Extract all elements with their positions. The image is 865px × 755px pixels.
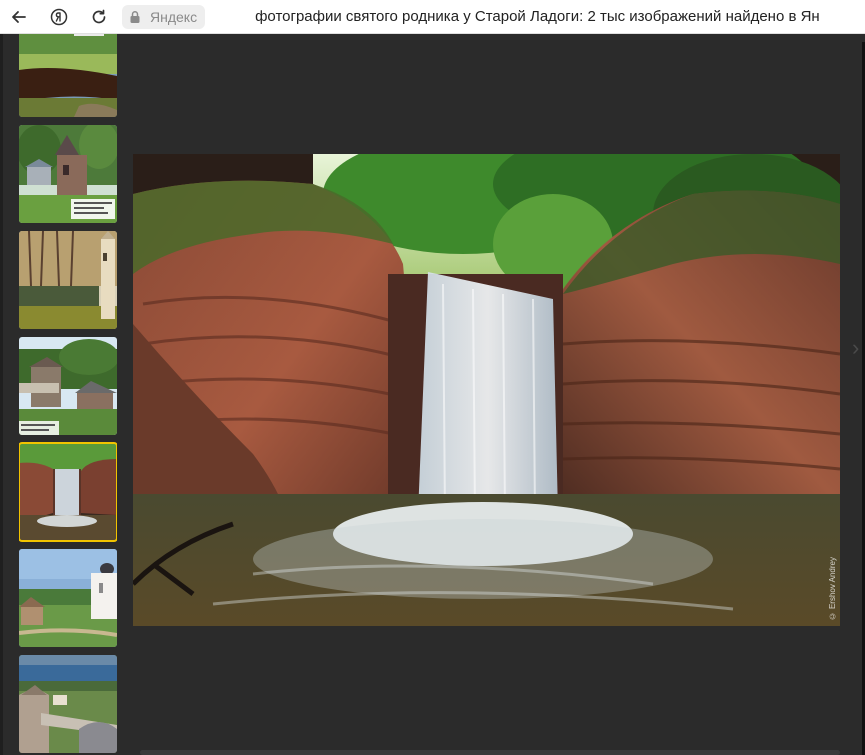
reload-icon [92,9,106,23]
main-image[interactable]: © Ershov Andrey [133,154,840,626]
thumb-fortress-aerial[interactable] [19,655,117,753]
arrow-left-icon [12,10,26,23]
image-viewer: © Ershov Andrey › [0,34,865,755]
thumb-autumn-pond-bell-tower[interactable] [19,231,117,329]
thumb-river[interactable] [19,34,117,117]
thumb-waterfall[interactable] [19,442,117,542]
left-edge [0,34,3,755]
thumb-wooden-houses[interactable] [19,337,117,435]
thumb-white-church[interactable] [19,549,117,647]
browser-toolbar: Яндекс фотографии святого родника у Стар… [0,0,865,34]
photo-credit: © Ershov Andrey [828,556,837,620]
yandex-logo-icon [50,8,68,25]
thumb-wooden-chapel[interactable] [19,125,117,223]
thumbnail-strip[interactable] [19,34,117,755]
reload-button[interactable] [86,4,112,30]
page-title: фотографии святого родника у Старой Ладо… [255,8,820,25]
yandex-button[interactable] [46,4,72,30]
site-name: Яндекс [150,8,198,25]
lock-icon [130,10,140,23]
bottom-scroll-bar[interactable] [140,750,840,755]
address-bar[interactable]: Яндекс [122,4,206,29]
back-button[interactable] [6,4,32,30]
